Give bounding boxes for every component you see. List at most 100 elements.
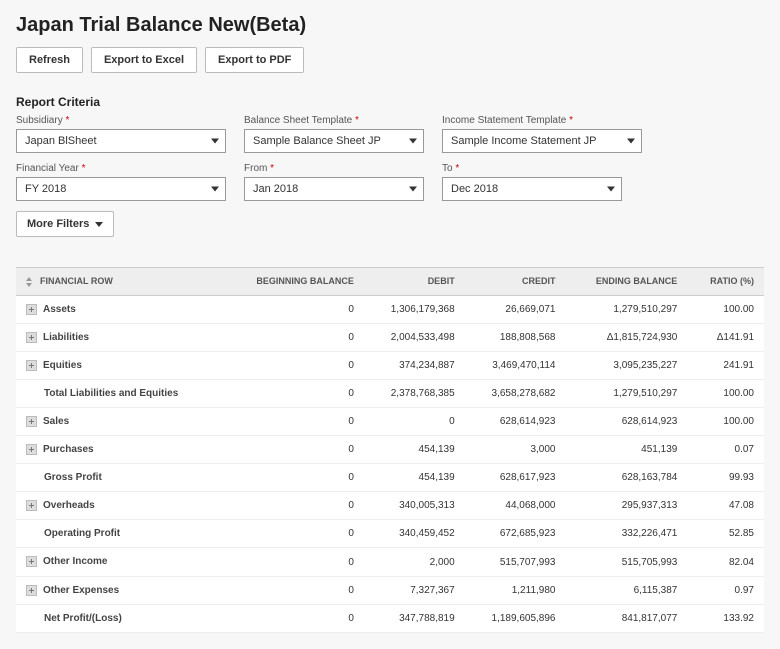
chevron-down-icon	[95, 222, 103, 227]
row-label: Operating Profit	[26, 528, 120, 539]
table-row: Gross Profit0454,139628,617,923628,163,7…	[16, 464, 764, 492]
cell-debit: 454,139	[364, 436, 465, 464]
more-filters-button[interactable]: More Filters	[16, 211, 114, 237]
table-row: Assets01,306,179,36826,669,0711,279,510,…	[16, 295, 764, 323]
row-label-cell: Overheads	[16, 492, 223, 520]
expand-icon[interactable]	[26, 304, 37, 315]
row-label: Overheads	[43, 500, 95, 511]
chevron-down-icon	[211, 187, 219, 192]
export-excel-button[interactable]: Export to Excel	[91, 47, 197, 73]
table-row: Sales00628,614,923628,614,923100.00	[16, 408, 764, 436]
chevron-down-icon	[627, 139, 635, 144]
row-label: Sales	[43, 416, 69, 427]
cell-bb: 0	[223, 295, 364, 323]
chevron-down-icon	[211, 139, 219, 144]
criteria-heading: Report Criteria	[16, 95, 764, 109]
cell-debit: 347,788,819	[364, 604, 465, 632]
row-label-cell: Total Liabilities and Equities	[16, 380, 223, 408]
from-label: From *	[244, 163, 424, 174]
cell-credit: 3,469,470,114	[465, 351, 566, 379]
row-label-cell: Operating Profit	[16, 520, 223, 548]
cell-bb: 0	[223, 408, 364, 436]
expand-icon[interactable]	[26, 332, 37, 343]
cell-ratio: 0.97	[687, 576, 764, 604]
from-select[interactable]: Jan 2018	[244, 177, 424, 201]
sort-icon	[26, 277, 36, 287]
row-label: Total Liabilities and Equities	[26, 388, 178, 399]
cell-bb: 0	[223, 548, 364, 576]
expand-icon[interactable]	[26, 444, 37, 455]
bs-template-select[interactable]: Sample Balance Sheet JP	[244, 129, 424, 153]
expand-icon[interactable]	[26, 500, 37, 511]
refresh-button[interactable]: Refresh	[16, 47, 83, 73]
expand-icon[interactable]	[26, 416, 37, 427]
cell-bb: 0	[223, 380, 364, 408]
fy-label: Financial Year *	[16, 163, 226, 174]
page-title: Japan Trial Balance New(Beta)	[16, 14, 764, 37]
cell-eb: 628,614,923	[565, 408, 687, 436]
cell-ratio: 100.00	[687, 380, 764, 408]
cell-eb: 332,226,471	[565, 520, 687, 548]
row-label: Other Expenses	[43, 585, 119, 596]
col-ratio[interactable]: Ratio (%)	[687, 268, 764, 296]
table-row: Purchases0454,1393,000451,1390.07	[16, 436, 764, 464]
cell-credit: 26,669,071	[465, 295, 566, 323]
cell-bb: 0	[223, 492, 364, 520]
cell-bb: 0	[223, 323, 364, 351]
cell-credit: 1,189,605,896	[465, 604, 566, 632]
cell-ratio: Δ141.91	[687, 323, 764, 351]
col-credit[interactable]: Credit	[465, 268, 566, 296]
cell-eb: 841,817,077	[565, 604, 687, 632]
cell-credit: 188,808,568	[465, 323, 566, 351]
subsidiary-label: Subsidiary *	[16, 115, 226, 126]
row-label: Net Profit/(Loss)	[26, 613, 122, 624]
cell-credit: 3,658,278,682	[465, 380, 566, 408]
row-label-cell: Net Profit/(Loss)	[16, 604, 223, 632]
row-label: Equities	[43, 360, 82, 371]
col-debit[interactable]: Debit	[364, 268, 465, 296]
table-row: Other Expenses07,327,3671,211,9806,115,3…	[16, 576, 764, 604]
cell-ratio: 99.93	[687, 464, 764, 492]
expand-icon[interactable]	[26, 556, 37, 567]
trial-balance-table: Financial Row Beginning Balance Debit Cr…	[16, 267, 764, 633]
expand-icon[interactable]	[26, 360, 37, 371]
chevron-down-icon	[409, 187, 417, 192]
row-label-cell: Other Income	[16, 548, 223, 576]
row-label-cell: Equities	[16, 351, 223, 379]
row-label-cell: Other Expenses	[16, 576, 223, 604]
to-label: To *	[442, 163, 622, 174]
cell-ratio: 241.91	[687, 351, 764, 379]
chevron-down-icon	[607, 187, 615, 192]
cell-eb: 628,163,784	[565, 464, 687, 492]
row-label-cell: Liabilities	[16, 323, 223, 351]
table-row: Total Liabilities and Equities02,378,768…	[16, 380, 764, 408]
fy-select[interactable]: FY 2018	[16, 177, 226, 201]
cell-eb: 3,095,235,227	[565, 351, 687, 379]
cell-eb: 1,279,510,297	[565, 295, 687, 323]
table-row: Liabilities02,004,533,498188,808,568Δ1,8…	[16, 323, 764, 351]
row-label: Liabilities	[43, 332, 89, 343]
row-label-cell: Assets	[16, 295, 223, 323]
row-label-cell: Sales	[16, 408, 223, 436]
export-pdf-button[interactable]: Export to PDF	[205, 47, 304, 73]
bs-template-label: Balance Sheet Template *	[244, 115, 424, 126]
cell-bb: 0	[223, 436, 364, 464]
row-label: Gross Profit	[26, 472, 102, 483]
to-select[interactable]: Dec 2018	[442, 177, 622, 201]
col-financial-row[interactable]: Financial Row	[16, 268, 223, 296]
cell-credit: 628,617,923	[465, 464, 566, 492]
subsidiary-select[interactable]: Japan BlSheet	[16, 129, 226, 153]
col-ending-balance[interactable]: Ending Balance	[565, 268, 687, 296]
cell-ratio: 52.85	[687, 520, 764, 548]
expand-icon[interactable]	[26, 585, 37, 596]
is-template-label: Income Statement Template *	[442, 115, 642, 126]
cell-debit: 2,000	[364, 548, 465, 576]
cell-bb: 0	[223, 464, 364, 492]
col-beginning-balance[interactable]: Beginning Balance	[223, 268, 364, 296]
cell-bb: 0	[223, 576, 364, 604]
cell-eb: 1,279,510,297	[565, 380, 687, 408]
is-template-select[interactable]: Sample Income Statement JP	[442, 129, 642, 153]
cell-credit: 515,707,993	[465, 548, 566, 576]
cell-bb: 0	[223, 520, 364, 548]
toolbar: Refresh Export to Excel Export to PDF	[16, 47, 764, 73]
